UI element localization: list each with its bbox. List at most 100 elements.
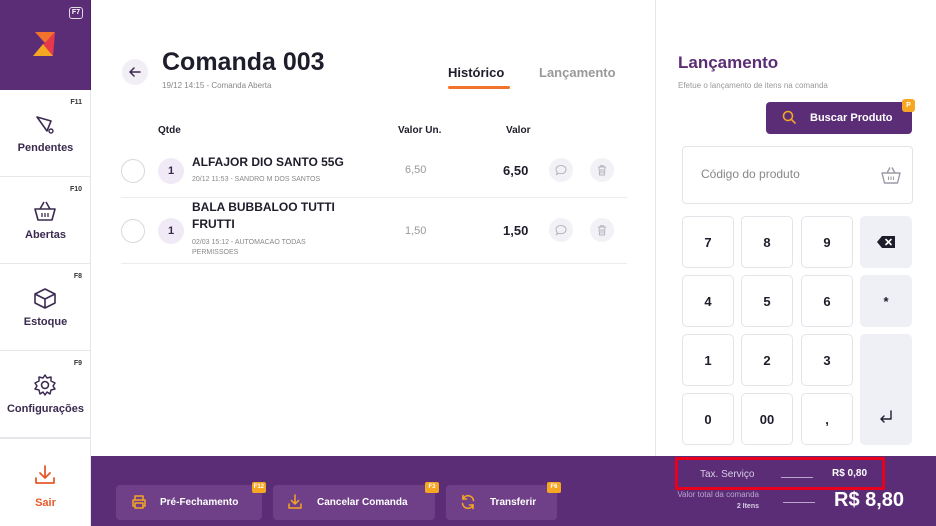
- keypad-00[interactable]: 00: [741, 393, 793, 445]
- search-icon: [782, 110, 796, 124]
- backspace-key[interactable]: [860, 216, 912, 268]
- gear-icon: [34, 374, 56, 396]
- backspace-icon: [877, 236, 895, 248]
- row-value: 6,50: [503, 163, 529, 178]
- keypad-multiply[interactable]: *: [860, 275, 912, 327]
- transferir-label: Transferir: [490, 497, 537, 508]
- total-items: 2 Itens: [736, 503, 759, 510]
- sidebar-item-label: Configurações: [6, 403, 84, 415]
- divider: [781, 477, 813, 478]
- product-name: ALFAJOR DIO SANTO 55G: [192, 155, 344, 169]
- product-code-input[interactable]: [701, 167, 851, 181]
- shortcut-badge: F12: [251, 482, 266, 493]
- keypad-8[interactable]: 8: [741, 216, 793, 268]
- keypad-3[interactable]: 3: [801, 334, 853, 386]
- keypad-5[interactable]: 5: [741, 275, 793, 327]
- active-tab-indicator: [448, 86, 510, 89]
- back-button[interactable]: [122, 59, 148, 85]
- panel-subtitle: Efetue o lançamento de itens na comanda: [678, 81, 828, 90]
- unit-price: 1,50: [405, 225, 427, 237]
- basket-icon: [34, 201, 56, 221]
- sidebar-item-sair[interactable]: Sair: [0, 438, 91, 526]
- keypad-2[interactable]: 2: [741, 334, 793, 386]
- trash-icon: [598, 165, 606, 176]
- delete-button[interactable]: [590, 218, 614, 242]
- sidebar-item-pendentes[interactable]: F11 Pendentes: [0, 90, 91, 177]
- comment-button[interactable]: [549, 218, 573, 242]
- comment-button[interactable]: [549, 158, 573, 182]
- keypad-0[interactable]: 0: [682, 393, 734, 445]
- box-icon: [34, 288, 56, 309]
- chat-icon: [555, 224, 567, 236]
- keypad-comma[interactable]: ,: [801, 393, 853, 445]
- column-header-valor-un: Valor Un.: [398, 125, 442, 136]
- divider: [783, 502, 815, 503]
- keypad-4[interactable]: 4: [682, 275, 734, 327]
- shortcut-badge: F11: [70, 99, 82, 106]
- refresh-icon: [461, 494, 475, 510]
- enter-key[interactable]: [860, 334, 912, 445]
- sidebar-item-label: Sair: [35, 497, 56, 509]
- sidebar: F7 F11 Pendentes F10 Abertas F8 Estoque …: [0, 0, 91, 526]
- keypad-9[interactable]: 9: [801, 216, 853, 268]
- row-select-radio[interactable]: [121, 219, 145, 243]
- keypad-7[interactable]: 7: [682, 216, 734, 268]
- page-title: Comanda 003: [162, 48, 325, 76]
- row-quantity: 1: [158, 158, 184, 184]
- product-meta: 02/03 15:12 - AUTOMACAO TODAS PERMISSOES: [192, 239, 306, 256]
- sidebar-item-label: Estoque: [23, 316, 68, 328]
- product-name: BALA BUBBALOO TUTTI FRUTTI: [192, 200, 335, 231]
- pre-fechamento-label: Pré-Fechamento: [160, 497, 239, 508]
- column-header-valor: Valor: [506, 125, 531, 136]
- logo-icon: [33, 32, 55, 56]
- search-product-button[interactable]: Buscar Produto P: [766, 99, 915, 134]
- shortcut-badge: F9: [73, 360, 82, 367]
- service-tax-box: Tax. Serviço R$ 0,80: [675, 457, 885, 490]
- download-icon: [288, 494, 302, 509]
- sidebar-item-abertas[interactable]: F10 Abertas: [0, 177, 91, 264]
- sidebar-item-label: Abertas: [25, 229, 66, 241]
- service-tax-value: R$ 0,80: [832, 468, 868, 479]
- app: F7 F11 Pendentes F10 Abertas F8 Estoque …: [0, 0, 936, 526]
- shortcut-badge: F8: [73, 273, 82, 280]
- trash-icon: [598, 225, 606, 236]
- sidebar-item-configuracoes[interactable]: F9 Configurações: [0, 351, 91, 438]
- chat-icon: [555, 164, 567, 176]
- shortcut-badge: F7: [68, 7, 83, 19]
- transferir-button[interactable]: Transferir F6: [446, 482, 561, 520]
- cancelar-comanda-label: Cancelar Comanda: [317, 497, 408, 508]
- service-tax-label: Tax. Serviço: [700, 469, 755, 480]
- column-header-qtde: Qtde: [158, 125, 181, 136]
- panel-title: Lançamento: [678, 53, 779, 72]
- pre-fechamento-button[interactable]: Pré-Fechamento F12: [116, 482, 266, 520]
- bell-icon: [36, 116, 54, 134]
- tab-lancamento[interactable]: Lançamento: [539, 65, 616, 80]
- cancelar-comanda-button[interactable]: Cancelar Comanda F3: [273, 482, 439, 520]
- total-value: R$ 8,80: [834, 489, 905, 511]
- total-label: Valor total da comanda: [677, 490, 759, 499]
- shortcut-badge: F6: [547, 482, 561, 493]
- product-meta: 20/12 11:53 - SANDRO M DOS SANTOS: [192, 176, 321, 183]
- logo-tile[interactable]: F7: [0, 0, 91, 90]
- basket-icon: [881, 167, 901, 184]
- row-value: 1,50: [503, 223, 529, 238]
- keypad-1[interactable]: 1: [682, 334, 734, 386]
- unit-price: 6,50: [405, 164, 427, 176]
- table-row[interactable]: 1 BALA BUBBALOO TUTTI FRUTTI 02/03 15:12…: [121, 198, 627, 264]
- sidebar-item-estoque[interactable]: F8 Estoque: [0, 264, 91, 351]
- row-select-radio[interactable]: [121, 159, 145, 183]
- arrow-left-icon: [129, 67, 141, 77]
- enter-icon: [880, 410, 892, 423]
- keypad-6[interactable]: 6: [801, 275, 853, 327]
- product-code-box: [682, 146, 913, 204]
- download-icon: [35, 465, 55, 484]
- table-row[interactable]: 1 ALFAJOR DIO SANTO 55G 20/12 11:53 - SA…: [121, 146, 627, 198]
- tab-historico[interactable]: Histórico: [448, 65, 504, 80]
- shortcut-badge: P: [902, 99, 915, 112]
- page-subtitle: 19/12 14:15 - Comanda Aberta: [162, 81, 272, 90]
- row-quantity: 1: [158, 218, 184, 244]
- delete-button[interactable]: [590, 158, 614, 182]
- search-product-label: Buscar Produto: [810, 112, 893, 124]
- shortcut-badge: F3: [425, 482, 439, 493]
- shortcut-badge: F10: [69, 186, 82, 193]
